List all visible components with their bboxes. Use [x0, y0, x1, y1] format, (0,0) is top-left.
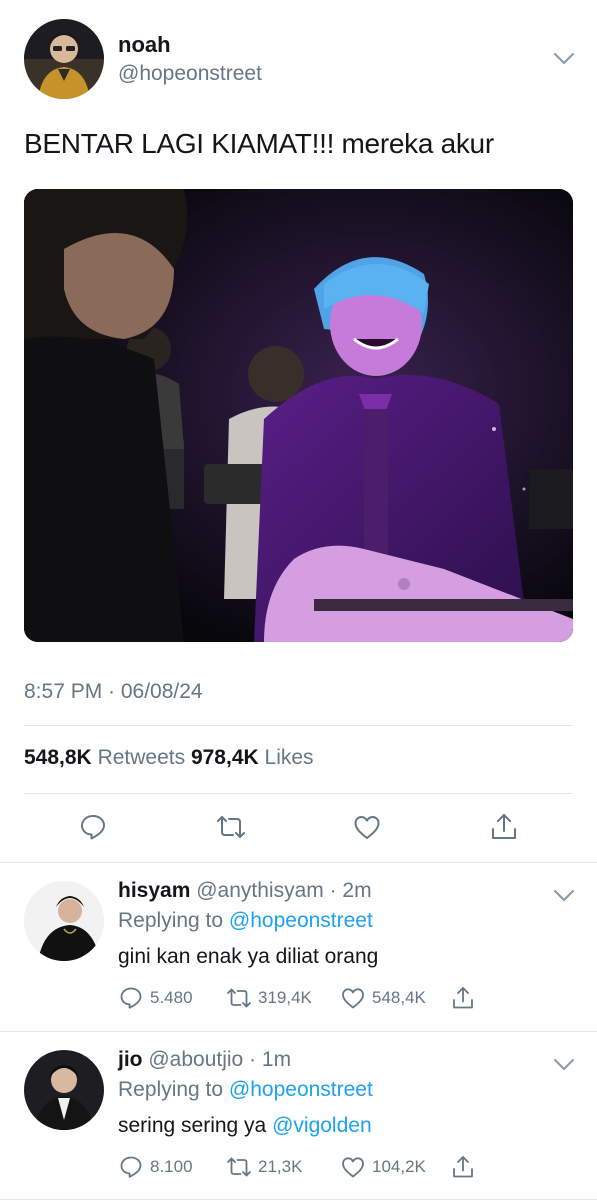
divider	[24, 725, 573, 726]
reply-icon	[120, 1156, 142, 1178]
replying-to-link[interactable]: @hopeonstreet	[229, 909, 373, 932]
retweet-button[interactable]: 21,3K	[226, 1152, 302, 1182]
share-button[interactable]	[450, 983, 476, 1013]
chevron-down-icon[interactable]	[553, 52, 575, 66]
reply-button[interactable]: 8.100	[118, 1152, 193, 1182]
retweet-icon	[227, 1157, 251, 1177]
like-count: 104,2K	[372, 1157, 426, 1176]
like-button[interactable]: 548,4K	[340, 983, 426, 1013]
replying-to-link[interactable]: @hopeonstreet	[229, 1078, 373, 1101]
reply-action-bar: 8.100 21,3K 104,2K	[118, 1152, 518, 1182]
retweets-count[interactable]: 548,8K	[24, 746, 92, 769]
retweet-count: 319,4K	[258, 988, 312, 1007]
author-avatar[interactable]	[24, 19, 104, 99]
retweet-button[interactable]: 319,4K	[226, 983, 312, 1013]
reply-author-avatar[interactable]	[24, 881, 104, 961]
heart-icon	[342, 988, 364, 1009]
reply-text: sering sering ya @vigolden	[118, 1114, 372, 1138]
reply-count: 8.100	[150, 1157, 193, 1176]
like-button[interactable]: 104,2K	[340, 1152, 426, 1182]
reply-handle-time[interactable]: @anythisyam · 2m	[196, 879, 371, 902]
chevron-down-icon[interactable]	[553, 889, 575, 903]
reply-text-body: gini kan enak ya diliat orang	[118, 945, 379, 968]
retweet-icon	[227, 988, 251, 1008]
reply-count: 5.480	[150, 988, 193, 1007]
reply-tweet[interactable]: jio @aboutjio · 1m Replying to @hopeonst…	[0, 1032, 597, 1200]
reply-tweet[interactable]: hisyam @anythisyam · 2m Replying to @hop…	[0, 863, 597, 1031]
share-icon	[453, 987, 473, 1009]
reply-display-name[interactable]: jio	[118, 1048, 143, 1071]
tweet-photo[interactable]	[24, 189, 573, 642]
author-display-name[interactable]: noah	[118, 32, 171, 58]
retweets-label[interactable]: Retweets	[98, 746, 186, 769]
retweet-icon[interactable]	[216, 812, 246, 842]
heart-icon[interactable]	[352, 812, 382, 842]
replying-to: Replying to @hopeonstreet	[118, 1078, 373, 1102]
tweet-action-bar	[0, 808, 597, 848]
reply-author-avatar[interactable]	[24, 1050, 104, 1130]
reply-text: gini kan enak ya diliat orang	[118, 945, 378, 969]
author-handle[interactable]: @hopeonstreet	[118, 62, 262, 86]
replying-to-prefix: Replying to	[118, 909, 224, 932]
retweet-count: 21,3K	[258, 1157, 303, 1176]
reply-icon	[120, 987, 142, 1009]
reply-mention-link[interactable]: @vigolden	[272, 1114, 372, 1137]
likes-label[interactable]: Likes	[265, 746, 314, 769]
tweet-text: BENTAR LAGI KIAMAT!!! mereka akur	[24, 128, 494, 159]
reply-text-body: sering sering ya	[118, 1114, 267, 1137]
reply-display-name[interactable]: hisyam	[118, 879, 190, 902]
replying-to: Replying to @hopeonstreet	[118, 909, 373, 933]
reply-action-bar: 5.480 319,4K 548,4K	[118, 983, 518, 1013]
likes-count[interactable]: 978,4K	[191, 746, 259, 769]
like-count: 548,4K	[372, 988, 426, 1007]
tweet-timestamp[interactable]: 8:57 PM · 06/08/24	[24, 680, 203, 704]
reply-button[interactable]: 5.480	[118, 983, 193, 1013]
reply-handle-time[interactable]: @aboutjio · 1m	[148, 1048, 291, 1071]
chevron-down-icon[interactable]	[553, 1058, 575, 1072]
heart-icon	[342, 1157, 364, 1178]
share-button[interactable]	[450, 1152, 476, 1182]
tweet-stats: 548,8K Retweets 978,4K Likes	[24, 746, 314, 770]
share-icon	[453, 1156, 473, 1178]
replying-to-prefix: Replying to	[118, 1078, 224, 1101]
share-icon[interactable]	[489, 812, 519, 842]
divider	[24, 793, 573, 794]
reply-icon[interactable]	[78, 812, 108, 842]
